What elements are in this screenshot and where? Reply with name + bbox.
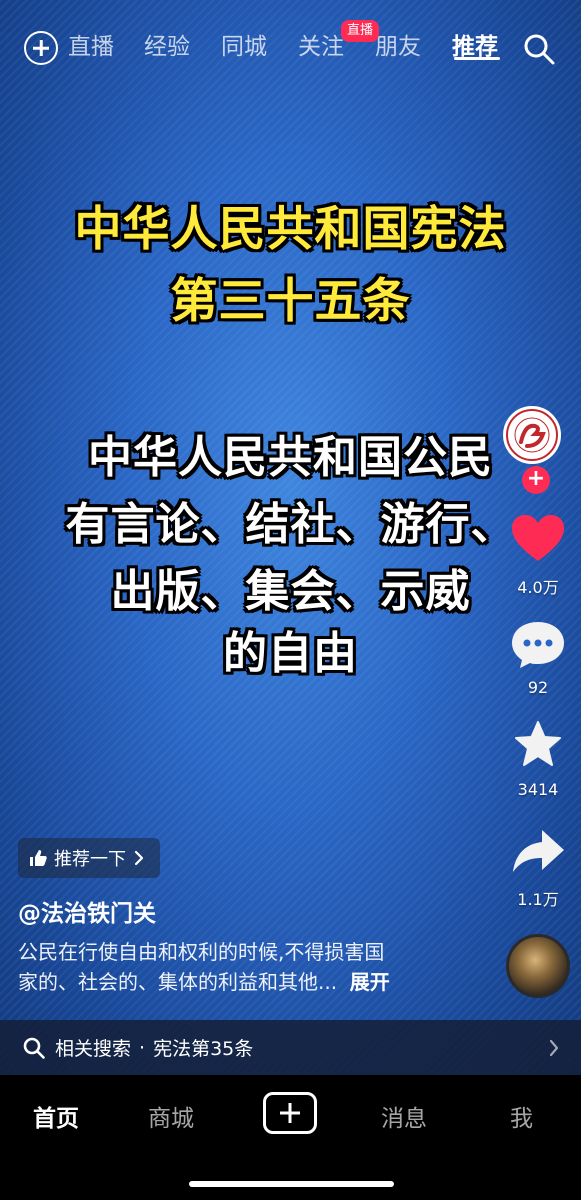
description-line-2: 家的、社会的、集体的利益和其他... 展开	[18, 967, 448, 997]
tab-friends[interactable]: 朋友	[375, 32, 421, 62]
video-title-line-1: 中华人民共和国宪法	[74, 202, 507, 257]
author-logo-icon	[506, 409, 558, 461]
recommend-button[interactable]: 推荐一下	[18, 838, 160, 878]
tab-experience[interactable]: 经验	[144, 32, 190, 62]
favorite-count: 3414	[517, 780, 559, 799]
add-circle-icon[interactable]	[24, 31, 58, 65]
comment-count: 92	[527, 678, 549, 697]
video-title-line-2: 第三十五条	[170, 274, 411, 329]
tab-nearby[interactable]: 同城	[221, 32, 267, 62]
related-search-separator: ·	[139, 1036, 146, 1059]
description-line-2-text: 家的、社会的、集体的利益和其他...	[18, 970, 338, 994]
tab-mall[interactable]: 商城	[148, 1099, 194, 1133]
live-badge: 直播	[341, 20, 380, 42]
chevron-right-icon	[134, 850, 144, 866]
video-body-line-2: 有言论、结社、游行、	[65, 499, 516, 550]
related-search-bar[interactable]: 相关搜索 · 宪法第35条	[0, 1020, 581, 1075]
video-body-line-3: 出版、集会、示威	[110, 566, 471, 617]
comment-icon[interactable]	[509, 620, 567, 670]
top-nav: 直播 经验 同城 关注 朋友 推荐	[0, 26, 581, 70]
author-name[interactable]: @法治铁门关	[18, 894, 156, 928]
recommend-label: 推荐一下	[54, 849, 126, 870]
description-line-1: 公民在行使自由和权利的时候,不得损害国	[18, 940, 385, 964]
like-count: 4.0万	[517, 578, 559, 597]
related-search-query: 宪法第35条	[153, 1038, 254, 1060]
search-icon[interactable]	[522, 32, 556, 66]
author-avatar[interactable]	[503, 406, 561, 464]
tab-following[interactable]: 关注	[298, 32, 344, 62]
tab-live[interactable]: 直播	[68, 32, 114, 62]
tab-home[interactable]: 首页	[33, 1099, 79, 1133]
video-description[interactable]: 公民在行使自由和权利的时候,不得损害国 家的、社会的、集体的利益和其他... 展…	[18, 937, 448, 997]
expand-link[interactable]: 展开	[350, 970, 390, 994]
related-search-prefix: 相关搜索	[55, 1038, 132, 1060]
active-tab-indicator	[454, 57, 500, 60]
tab-me[interactable]: 我	[510, 1099, 533, 1133]
tab-messages[interactable]: 消息	[381, 1099, 427, 1133]
video-body-line-4: 的自由	[223, 628, 358, 679]
chevron-right-icon	[549, 1039, 559, 1057]
star-icon[interactable]	[509, 720, 567, 770]
video-body-line-1: 中华人民共和国公民	[88, 432, 493, 483]
thumbs-up-icon	[30, 850, 47, 866]
follow-button[interactable]: +	[522, 466, 550, 494]
share-icon[interactable]	[509, 826, 567, 876]
heart-icon[interactable]	[509, 514, 567, 564]
music-disc[interactable]	[506, 934, 570, 998]
home-indicator	[189, 1181, 394, 1187]
share-count: 1.1万	[517, 890, 559, 909]
search-icon	[23, 1037, 45, 1059]
create-button[interactable]	[263, 1092, 317, 1134]
